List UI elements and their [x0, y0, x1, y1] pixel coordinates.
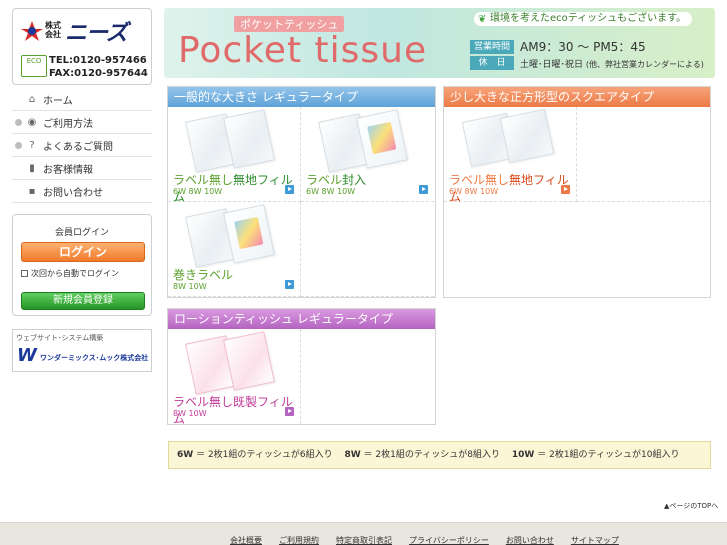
- checkbox-icon[interactable]: [21, 270, 28, 277]
- user-icon: ▮: [29, 162, 35, 174]
- size-notes: 6W ＝ 2枚1組のティッシュが6組入り 8W ＝ 2枚1組のティッシュが8組入…: [168, 441, 711, 469]
- auto-login-label: 次回から自動でログイン: [31, 269, 119, 278]
- sprout-icon: ❦: [478, 14, 487, 25]
- arrow-right-icon[interactable]: [285, 407, 294, 416]
- empty-cell: [577, 107, 710, 202]
- closed-days-note: (他、弊社営業カレンダーによる): [585, 60, 704, 69]
- section-regular: 一般的な大きさ レギュラータイプ ラベル無し無地フィルム 6W 8W 10W ラ…: [167, 86, 436, 298]
- sidebar-item-label: お客様情報: [43, 164, 93, 176]
- product-sizes: 6W 8W 10W: [449, 187, 499, 196]
- footer-link-privacy[interactable]: プライバシーポリシー: [409, 535, 489, 545]
- sidebar-nav: ⌂ ホーム ◉ ご利用方法 ? よくあるご質問 ▮ お客様情報 ▪ お問い合わせ: [12, 88, 152, 203]
- sidebar-item-label: ご利用方法: [43, 118, 93, 130]
- wondermix-logo-icon: W: [17, 345, 37, 366]
- sidebar-item-label: よくあるご質問: [43, 141, 113, 153]
- credit-label: ウェブサイト･システム構築: [16, 334, 104, 342]
- company-name: ニーズ: [65, 21, 128, 46]
- tissue-image: [499, 108, 555, 164]
- footer-links: 会社概要 ご利用規約 特定商取引表記 プライバシーポリシー お問い合わせ サイト…: [230, 535, 619, 545]
- sidebar-item-label: お問い合わせ: [43, 187, 103, 199]
- auto-login-checkbox[interactable]: 次回から自動でログイン: [21, 268, 119, 279]
- company-prefix: 株式会社: [45, 21, 61, 39]
- sidebar-item-label: ホーム: [43, 95, 73, 107]
- bullet-icon: [15, 142, 22, 149]
- product-sizes: 6W 8W 10W: [173, 187, 223, 196]
- contact-numbers: TEL:0120-957466 FAX:0120-957644: [49, 54, 148, 80]
- eco-mark-icon: ECO: [21, 55, 47, 77]
- footer-link-company[interactable]: 会社概要: [230, 535, 262, 545]
- note-6w-label: 6W: [177, 450, 194, 460]
- product-image[interactable]: [182, 331, 282, 395]
- company-logo-box[interactable]: 株式会社 ニーズ ECO TEL:0120-957466 FAX:0120-95…: [12, 8, 152, 85]
- section-regular-title: 一般的な大きさ レギュラータイプ: [168, 87, 435, 107]
- product-square-plain[interactable]: ラベル無し無地フィルム 6W 8W 10W: [444, 107, 577, 204]
- hours-label: 営業時間: [470, 40, 514, 54]
- bullet-icon: [15, 119, 22, 126]
- arrow-right-icon[interactable]: [285, 185, 294, 194]
- info-icon: ◉: [27, 116, 37, 128]
- product-regular-plain[interactable]: ラベル無し無地フィルム 6W 8W 10W: [168, 107, 301, 204]
- page-top-link[interactable]: ▲ページのTOPへ: [664, 501, 718, 511]
- home-icon: ⌂: [28, 93, 36, 105]
- eco-note-text: 環境を考えたecoティッシュもございます。: [490, 13, 687, 24]
- product-image[interactable]: [458, 108, 558, 169]
- product-sizes: 8W 10W: [173, 282, 207, 291]
- empty-cell: [301, 329, 434, 424]
- footer: 会社概要 ご利用規約 特定商取引表記 プライバシーポリシー お問い合わせ サイト…: [0, 522, 727, 545]
- product-image[interactable]: [315, 109, 415, 173]
- closed-days-text: 土曜･日曜･祝日: [520, 60, 584, 70]
- footer-link-contact[interactable]: お問い合わせ: [506, 535, 554, 545]
- arrow-right-icon[interactable]: [561, 185, 570, 194]
- banner-title: Pocket tissue: [178, 30, 428, 71]
- credit-company-name: ワンダーミックス･ムック株式会社: [40, 354, 149, 362]
- question-icon: ?: [29, 139, 35, 151]
- footer-link-commerce[interactable]: 特定商取引表記: [336, 535, 392, 545]
- product-regular-wrap-label[interactable]: 巻きラベル 8W 10W: [168, 202, 301, 297]
- product-sizes: 6W 8W 10W: [306, 187, 356, 196]
- section-square: 少し大きな正方形型のスクエアタイプ ラベル無し無地フィルム 6W 8W 10W: [443, 86, 711, 298]
- sidebar-item-usage[interactable]: ◉ ご利用方法: [12, 111, 152, 134]
- product-regular-label-insert[interactable]: ラベル封入 6W 8W 10W: [301, 107, 434, 202]
- mail-icon: ▪: [28, 185, 36, 197]
- note-8w-label: 8W: [344, 450, 361, 460]
- footer-link-terms[interactable]: ご利用規約: [279, 535, 319, 545]
- product-lotion-plain[interactable]: ラベル無し既製フィルム 8W 10W: [168, 329, 301, 426]
- product-name[interactable]: ラベル封入: [306, 171, 366, 188]
- hero-banner: ポケットティッシュ Pocket tissue ❦ 環境を考えたecoティッシュ…: [164, 8, 715, 78]
- section-lotion-title: ローションティッシュ レギュラータイプ: [168, 309, 435, 329]
- arrow-right-icon[interactable]: [285, 280, 294, 289]
- login-title: 会員ログイン: [54, 228, 109, 238]
- section-lotion: ローションティッシュ レギュラータイプ ラベル無し既製フィルム 8W 10W: [167, 308, 436, 426]
- arrow-right-icon[interactable]: [419, 185, 428, 194]
- footer-link-sitemap[interactable]: サイトマップ: [571, 535, 619, 545]
- empty-cell: [301, 202, 434, 297]
- section-square-title: 少し大きな正方形型のスクエアタイプ: [444, 87, 710, 107]
- business-hours: AM9：30 〜 PM5：45: [520, 40, 646, 54]
- sidebar-item-contact[interactable]: ▪ お問い合わせ: [12, 180, 152, 203]
- product-image[interactable]: [182, 204, 282, 268]
- product-image[interactable]: [182, 109, 282, 173]
- login-button[interactable]: ログイン: [21, 242, 145, 262]
- sidebar-item-customer[interactable]: ▮ お客様情報: [12, 157, 152, 180]
- note-8w-text: ＝ 2枚1組のティッシュが8組入り: [363, 450, 501, 460]
- closed-label: 休 日: [470, 56, 514, 70]
- sidebar-item-faq[interactable]: ? よくあるご質問: [12, 134, 152, 157]
- login-panel: 会員ログイン ログイン 次回から自動でログイン 新規会員登録: [12, 214, 152, 316]
- note-10w-label: 10W: [511, 450, 535, 460]
- company-logo-icon: [21, 21, 43, 41]
- closed-days: 土曜･日曜･祝日 (他、弊社営業カレンダーによる): [520, 57, 704, 70]
- register-button[interactable]: 新規会員登録: [21, 292, 145, 310]
- product-sizes: 8W 10W: [173, 409, 207, 418]
- credit-banner[interactable]: ウェブサイト･システム構築 W ワンダーミックス･ムック株式会社: [12, 329, 152, 372]
- product-name[interactable]: 巻きラベル: [173, 266, 233, 283]
- note-10w-text: ＝ 2枚1組のティッシュが10組入り: [537, 450, 680, 460]
- fax-number: FAX:0120-957644: [49, 68, 148, 79]
- sidebar-item-home[interactable]: ⌂ ホーム: [12, 88, 152, 111]
- note-6w-text: ＝ 2枚1組のティッシュが6組入り: [196, 450, 333, 460]
- eco-note: ❦ 環境を考えたecoティッシュもございます。: [474, 12, 692, 26]
- tel-number: TEL:0120-957466: [49, 55, 147, 66]
